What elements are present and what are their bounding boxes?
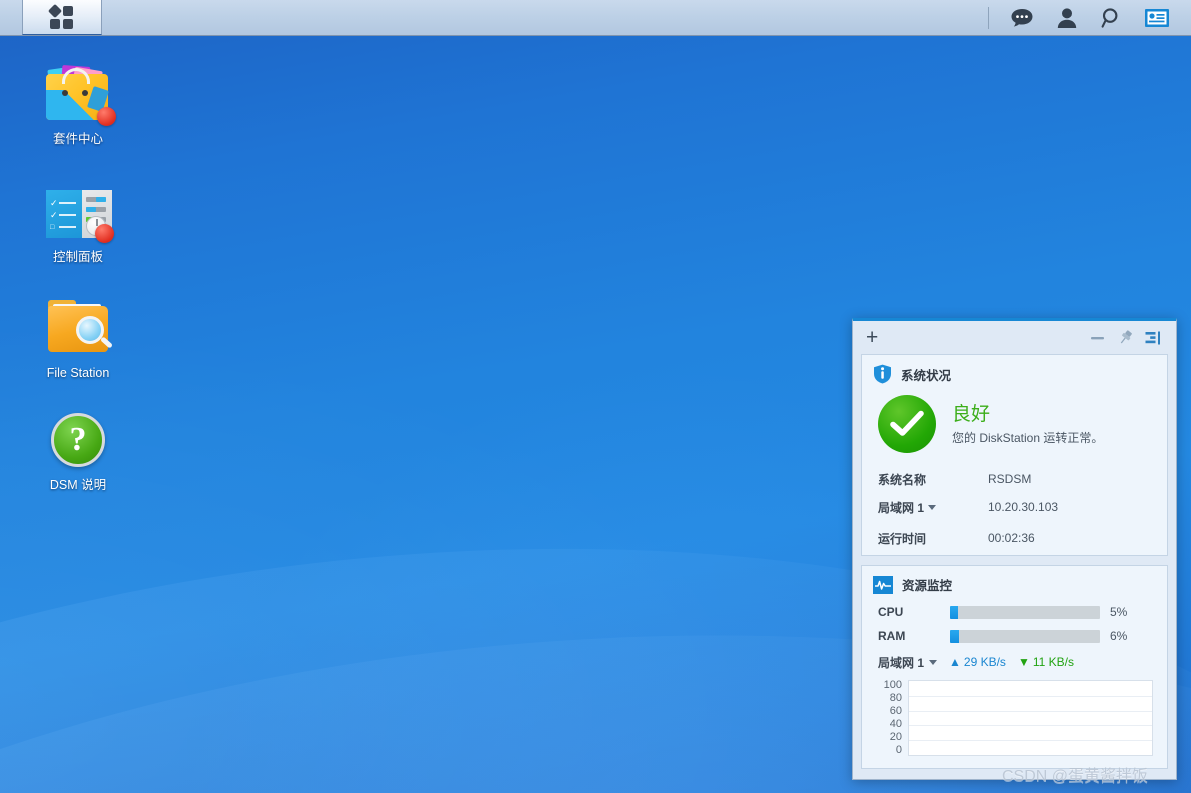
resource-monitor-widget: 资源监控 CPU 5% RAM 6% 局域网 1 ▲ 29 KB/s ▼ 11 …	[861, 565, 1168, 769]
desktop-icon-dsm-help[interactable]: ? DSM 说明	[18, 408, 138, 493]
pin-icon[interactable]	[1111, 326, 1139, 350]
notifications-icon[interactable]	[999, 0, 1044, 36]
info-key: 运行时间	[878, 531, 927, 546]
dsm-help-icon: ?	[18, 408, 138, 470]
system-health-widget: 系统状况 良好 您的 DiskStation 运转正常。 系统名称 RSDSM …	[861, 354, 1168, 556]
ram-progress-fill	[950, 629, 959, 643]
info-shield-icon	[873, 364, 892, 384]
check-circle-icon	[878, 395, 936, 453]
notification-badge	[97, 107, 116, 126]
chart-y-tick: 60	[889, 705, 902, 717]
dock-right-icon[interactable]	[1139, 326, 1167, 350]
ram-row: RAM 6%	[862, 624, 1167, 648]
minimize-button[interactable]	[1083, 326, 1111, 350]
chart-y-tick: 40	[889, 718, 902, 730]
network-row: 局域网 1 ▲ 29 KB/s ▼ 11 KB/s	[862, 648, 1167, 676]
desktop-icon-control-panel[interactable]: ✓ ✓ □ 控制面板	[18, 180, 138, 265]
chart-plot-area	[908, 680, 1153, 756]
tray-divider	[988, 6, 989, 29]
network-label-group: 局域网 1	[878, 654, 938, 671]
taskbar-tray	[988, 0, 1191, 35]
upload-value: 29 KB/s	[963, 655, 1006, 669]
health-status: 良好	[952, 403, 991, 425]
info-value: 00:02:36	[988, 531, 1035, 545]
cpu-row: CPU 5%	[862, 600, 1167, 624]
taskbar-spacer	[102, 0, 988, 35]
pulse-icon	[873, 575, 893, 594]
taskbar	[0, 0, 1191, 36]
desktop-icon-label: 控制面板	[52, 250, 103, 264]
grid-icon	[47, 3, 75, 30]
download-rate: ▼ 11 KB/s	[1018, 655, 1074, 669]
cpu-progress-bar	[950, 605, 1100, 619]
info-key: 系统名称	[878, 472, 927, 487]
chart-y-tick: 100	[883, 679, 902, 691]
desktop-icon-label: File Station	[46, 366, 110, 380]
info-key-label: 局域网 1	[878, 500, 925, 515]
chart-gridline	[909, 725, 1152, 727]
info-row-lan: 局域网 1 10.20.30.103	[862, 493, 1167, 521]
package-center-icon	[18, 62, 138, 126]
chart-y-tick: 80	[889, 692, 902, 704]
health-description: 您的 DiskStation 运转正常。	[952, 430, 1104, 445]
chevron-down-icon[interactable]	[929, 659, 938, 665]
chart-gridline	[909, 695, 1152, 697]
desktop-icon-label: DSM 说明	[49, 478, 107, 492]
network-label: 局域网 1	[878, 655, 925, 670]
resource-monitor-header: 资源监控	[862, 566, 1167, 600]
upload-rate: ▲ 29 KB/s	[949, 655, 1006, 669]
file-station-icon	[18, 296, 138, 358]
ram-progress-bar	[950, 629, 1100, 643]
arrow-down-icon: ▼	[1017, 655, 1030, 669]
notification-badge	[95, 224, 114, 243]
user-icon[interactable]	[1044, 0, 1089, 36]
info-key: 局域网 1	[878, 499, 988, 516]
download-value: 11 KB/s	[1032, 655, 1074, 669]
chart-y-axis: 100 80 60 40 20 0	[872, 680, 908, 756]
widget-title: 资源监控	[902, 579, 953, 593]
control-panel-icon: ✓ ✓ □	[18, 180, 138, 243]
system-health-header: 系统状况	[862, 355, 1167, 390]
search-icon[interactable]	[1089, 0, 1134, 36]
desktop-icon-file-station[interactable]: File Station	[18, 296, 138, 381]
info-row-uptime: 运行时间 00:02:36	[862, 521, 1167, 555]
widget-panel: + 系统状况 良好 您的 DiskStation 运转正常。 系统名称 RSDS…	[852, 318, 1177, 780]
cpu-percent: 5%	[1110, 605, 1128, 619]
main-menu-button[interactable]	[22, 0, 102, 35]
desktop-icon-label: 套件中心	[52, 132, 103, 146]
chart-gridline	[909, 740, 1152, 742]
arrow-up-icon: ▲	[949, 655, 961, 669]
network-chart: 100 80 60 40 20 0	[862, 676, 1167, 768]
cpu-progress-fill	[950, 605, 958, 619]
widget-title: 系统状况	[901, 368, 952, 383]
system-health-body: 良好 您的 DiskStation 运转正常。	[862, 390, 1167, 465]
info-value: RSDSM	[988, 472, 1032, 486]
chart-y-tick: 0	[895, 744, 902, 756]
widgets-icon[interactable]	[1134, 0, 1179, 36]
info-row-system-name: 系统名称 RSDSM	[862, 465, 1167, 493]
desktop-icon-package-center[interactable]: 套件中心	[18, 62, 138, 147]
system-health-text: 良好 您的 DiskStation 运转正常。	[952, 403, 1103, 446]
chart-y-tick: 20	[889, 731, 902, 743]
ram-label: RAM	[878, 629, 906, 643]
cpu-label: CPU	[878, 605, 904, 619]
add-widget-button[interactable]: +	[862, 327, 882, 348]
widget-panel-header: +	[853, 321, 1176, 354]
info-value: 10.20.30.103	[988, 500, 1059, 514]
chevron-down-icon[interactable]	[928, 504, 937, 510]
chart-gridline	[909, 710, 1152, 712]
ram-percent: 6%	[1110, 629, 1128, 643]
